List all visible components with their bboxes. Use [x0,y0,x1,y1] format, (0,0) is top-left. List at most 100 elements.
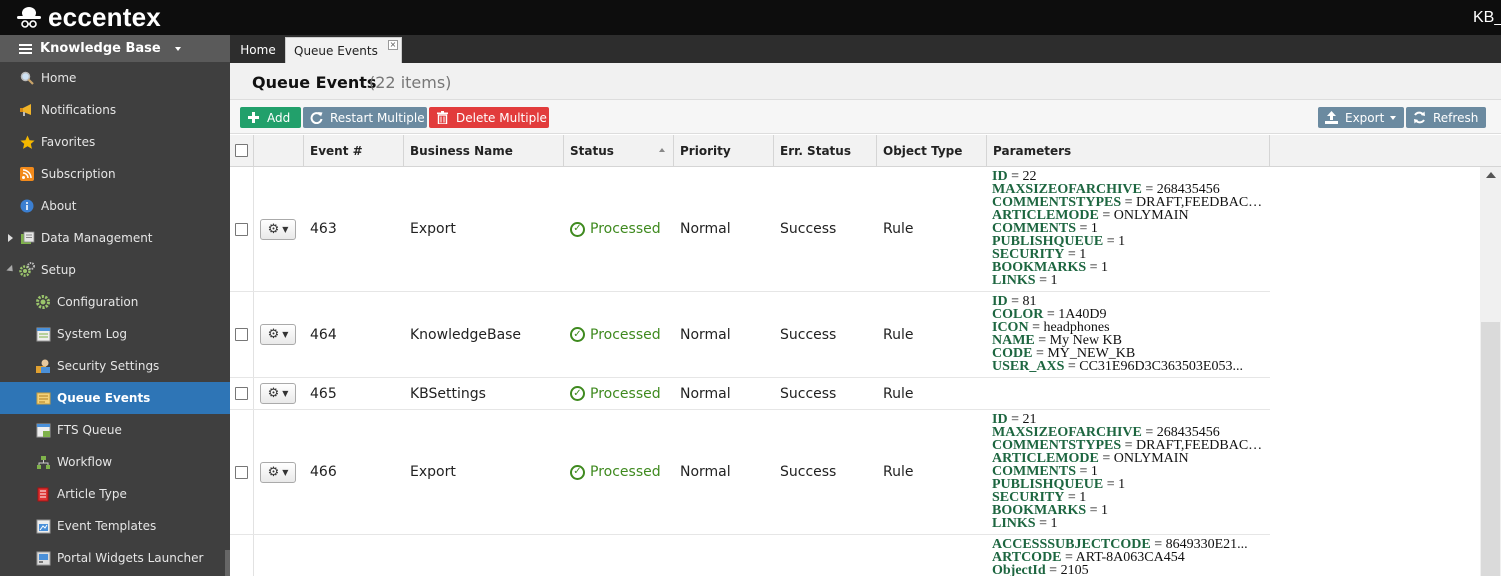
sidebar-app-switcher[interactable]: Knowledge Base [0,35,230,62]
sidebar-item-security-settings[interactable]: Security Settings [0,350,230,382]
param-line: COLOR = 1A40D9 [992,308,1107,321]
event-number: 463 [310,221,337,237]
export-button[interactable]: Export [1318,107,1404,128]
refresh-button[interactable]: Refresh [1406,107,1486,128]
check-circle-icon: ✓ [570,327,585,342]
restart-multiple-button[interactable]: Restart Multiple [303,107,427,128]
priority: Normal [680,385,731,402]
sidebar-item-fts-queue[interactable]: FTS Queue [0,414,230,446]
sidebar-item-notifications[interactable]: Notifications [0,94,230,126]
table-row[interactable]: ⚙ ▼ 466 Export ✓ Processed Normal Success … [230,410,1270,535]
sidebar-item-configuration[interactable]: Configuration [0,286,230,318]
scrollbar-thumb[interactable] [1481,322,1500,576]
tab-home[interactable]: Home [233,37,283,63]
sidebar-item-label: Data Management [41,231,153,245]
grid-header: Event # Business Name Status Priority Er… [230,135,1501,167]
param-line: ACCESSSUBJECTCODE = 8649330E21... [992,538,1248,551]
sidebar-item-label: FTS Queue [57,423,122,437]
user-menu[interactable]: KB_ [1473,9,1501,27]
log-icon [35,326,51,342]
info-icon [19,198,35,214]
priority: Normal [680,464,731,480]
row-actions-cell: ⚙ ▼ [260,410,296,534]
delete-multiple-button[interactable]: Delete Multiple [429,107,549,128]
sidebar-item-workflow[interactable]: Workflow [0,446,230,478]
column-header-status[interactable]: Status [564,135,674,166]
sidebar-item-about[interactable]: About [0,190,230,222]
param-line: ARTICLEMODE = ONLYMAIN [992,209,1189,222]
sidebar-item-label: Setup [41,263,76,277]
column-header-event[interactable]: Event # [304,135,404,166]
row-actions-button[interactable]: ⚙ ▼ [260,218,296,240]
plus-icon [245,112,261,123]
select-all-checkbox[interactable] [235,144,248,157]
brand-name: eccentex [48,2,161,32]
status-text: Processed [590,326,661,343]
err-status: Success [780,221,837,237]
parameters-list: ACCESSSUBJECTCODE = 8649330E21... ARTCOD… [992,538,1270,576]
status-text: Processed [590,385,661,402]
tab-queue-events[interactable]: Queue Events × [285,37,402,63]
param-line: PUBLISHQUEUE = 1 [992,478,1126,491]
gear-icon [35,294,51,310]
sidebar-item-data-management[interactable]: Data Management [0,222,230,254]
sort-ascending-icon [659,148,665,152]
sidebar-item-home[interactable]: Home [0,62,230,94]
sidebar-item-favorites[interactable]: Favorites [0,126,230,158]
table-row[interactable]: ⚙ ▼ 463 Export ✓ Processed Normal Success … [230,167,1270,292]
template-icon [35,518,51,534]
row-checkbox[interactable] [235,328,248,341]
sidebar-item-queue-events[interactable]: Queue Events [0,382,230,414]
refresh-label: Refresh [1433,110,1479,125]
grid-body: ⚙ ▼ 463 Export ✓ Processed Normal Success … [230,167,1501,576]
row-checkbox[interactable] [235,387,248,400]
param-line: ObjectId = 2105 [992,564,1089,576]
tab-label: Queue Events [294,43,378,58]
sidebar-item-label: Article Type [57,487,127,501]
upload-icon [1323,111,1339,124]
close-icon[interactable]: × [388,40,398,50]
column-header-label: Status [570,143,614,158]
row-actions-button[interactable]: ⚙ ▼ [260,383,296,404]
collapse-arrow-icon[interactable] [6,264,16,275]
megaphone-icon [19,102,35,118]
param-line: ARTCODE = ART-8A063CA454 [992,551,1185,564]
sidebar: Knowledge Base Home Notifications Favori… [0,35,230,576]
scroll-up-arrow-icon[interactable] [1486,172,1496,178]
sidebar-item-system-log[interactable]: System Log [0,318,230,350]
export-label: Export [1345,110,1385,125]
table-row[interactable]: ⚙ ▼ 465 KBSettings ✓ Processed Normal Succ… [230,378,1270,410]
column-header-business-name[interactable]: Business Name [404,135,564,166]
event-number: 466 [310,464,337,480]
column-header-parameters[interactable]: Parameters [987,135,1270,166]
sidebar-item-event-templates[interactable]: Event Templates [0,510,230,542]
row-checkbox[interactable] [235,465,248,479]
top-bar: eccentex KB_ [0,0,1501,35]
param-line: ID = 22 [992,170,1037,183]
table-row[interactable]: ACCESSSUBJECTCODE = 8649330E21... ARTCOD… [230,535,1270,576]
sidebar-item-article-type[interactable]: Article Type [0,478,230,510]
parameters-list: ID = 81 COLOR = 1A40D9 ICON = headphones… [992,295,1270,373]
sidebar-item-subscription[interactable]: Subscription [0,158,230,190]
object-type: Rule [883,326,914,343]
row-actions-button[interactable]: ⚙ ▼ [260,461,296,483]
table-row[interactable]: ⚙ ▼ 464 KnowledgeBase ✓ Processed Normal S… [230,292,1270,378]
row-actions-button[interactable]: ⚙ ▼ [260,324,296,345]
grid-scrollbar[interactable] [1480,167,1501,576]
column-header-priority[interactable]: Priority [674,135,774,166]
column-header-err-status[interactable]: Err. Status [774,135,877,166]
object-type: Rule [883,385,914,402]
add-button[interactable]: Add [240,107,301,128]
sidebar-item-label: Queue Events [57,391,151,405]
sidebar-item-setup[interactable]: Setup [0,254,230,286]
expand-arrow-icon[interactable] [8,234,13,242]
row-checkbox[interactable] [235,222,248,236]
param-line: USER_AXS = CC31E96D3C363503E053... [992,360,1243,373]
err-status: Success [780,464,837,480]
brand-logo[interactable]: eccentex [16,3,161,31]
column-header-object-type[interactable]: Object Type [877,135,987,166]
sidebar-item-portal-widgets-launcher[interactable]: Portal Widgets Launcher [0,542,230,574]
param-line: COMMENTS = 1 [992,222,1098,235]
gear-icon: ⚙ [267,327,280,342]
refresh-icon [1411,111,1427,124]
